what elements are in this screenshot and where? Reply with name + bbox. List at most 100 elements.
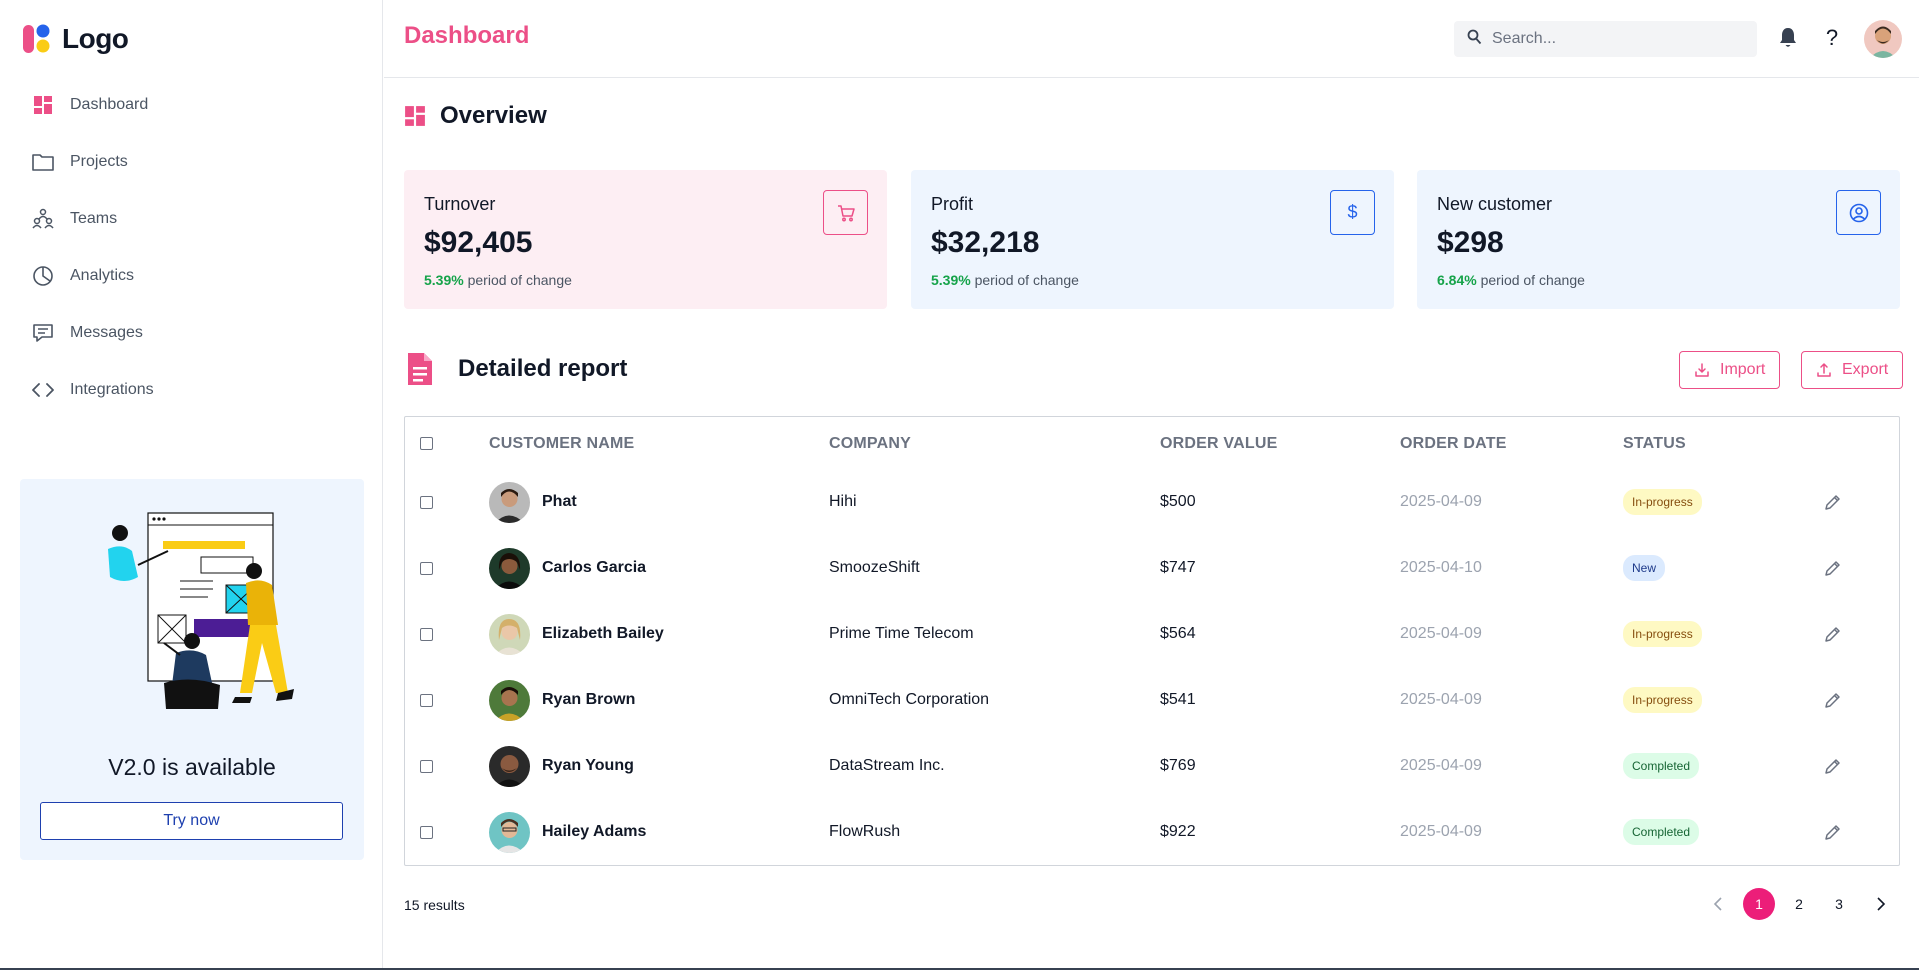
row-checkbox[interactable] xyxy=(420,627,433,641)
pie-chart-icon xyxy=(30,263,56,289)
bell-icon[interactable] xyxy=(1776,26,1800,50)
order-date-cell: 2025-04-09 xyxy=(1400,691,1482,708)
status-badge: In-progress xyxy=(1623,687,1702,713)
sidebar-item-dashboard[interactable]: Dashboard xyxy=(30,76,360,133)
document-icon xyxy=(408,353,432,385)
table-row[interactable]: Carlos Garcia SmoozeShift $747 2025-04-1… xyxy=(405,535,1899,601)
help-icon[interactable]: ? xyxy=(1820,25,1844,50)
dashboard-icon xyxy=(30,92,56,118)
row-checkbox[interactable] xyxy=(420,561,433,575)
sidebar-nav: Dashboard Projects Teams Analytics Messa… xyxy=(30,76,360,418)
avatar xyxy=(489,547,530,589)
prev-page-chevron-icon[interactable] xyxy=(1701,888,1735,920)
export-label: Export xyxy=(1842,361,1889,378)
table-row[interactable]: Phat Hihi $500 2025-04-09 In-progress xyxy=(405,469,1899,535)
order-value-cell: $500 xyxy=(1160,493,1196,510)
card-value: $32,218 xyxy=(931,226,1040,259)
order-date-cell: 2025-04-09 xyxy=(1400,823,1482,840)
card-change: 5.39% period of change xyxy=(424,272,572,288)
search-input[interactable] xyxy=(1492,30,1742,48)
search-box[interactable] xyxy=(1454,21,1757,57)
edit-icon[interactable] xyxy=(1824,667,1841,733)
page-button-2[interactable]: 2 xyxy=(1782,888,1816,920)
sidebar-item-integrations[interactable]: Integrations xyxy=(30,361,360,418)
row-checkbox[interactable] xyxy=(420,495,433,509)
import-label: Import xyxy=(1720,361,1766,378)
order-value-cell: $564 xyxy=(1160,625,1196,642)
sidebar-item-messages[interactable]: Messages xyxy=(30,304,360,361)
company-cell: OmniTech Corporation xyxy=(829,691,990,708)
team-collaboration-illustration xyxy=(108,512,294,709)
folder-icon xyxy=(30,149,56,175)
edit-icon[interactable] xyxy=(1824,733,1841,799)
sidebar-item-analytics[interactable]: Analytics xyxy=(30,247,360,304)
import-button[interactable]: Import xyxy=(1679,351,1781,389)
company-cell: FlowRush xyxy=(829,823,901,840)
change-percent: 5.39% xyxy=(424,272,464,288)
dashboard-icon xyxy=(405,106,425,126)
change-text: period of change xyxy=(1480,272,1585,288)
order-date-cell: 2025-04-10 xyxy=(1400,559,1482,576)
status-badge: In-progress xyxy=(1623,621,1702,647)
select-all-checkbox[interactable] xyxy=(420,437,433,450)
sidebar-item-projects[interactable]: Projects xyxy=(30,133,360,190)
page-button-3[interactable]: 3 xyxy=(1822,888,1856,920)
row-checkbox[interactable] xyxy=(420,759,433,773)
logo[interactable]: Logo xyxy=(22,22,129,56)
avatar xyxy=(489,679,530,721)
avatar xyxy=(489,481,530,523)
company-cell: SmoozeShift xyxy=(829,559,920,576)
search-icon xyxy=(1466,29,1482,50)
profit-card: Profit $32,218 5.39% period of change $ xyxy=(911,170,1394,309)
table-row[interactable]: Hailey Adams FlowRush $922 2025-04-09 Co… xyxy=(405,799,1899,865)
row-checkbox[interactable] xyxy=(420,693,433,707)
logo-text: Logo xyxy=(62,23,129,54)
sidebar-item-label: Integrations xyxy=(70,380,154,398)
company-cell: DataStream Inc. xyxy=(829,757,945,774)
column-header[interactable]: ORDER VALUE xyxy=(1160,435,1277,453)
card-label: Profit xyxy=(931,194,974,214)
export-button[interactable]: Export xyxy=(1801,351,1904,389)
results-count: 15 results xyxy=(404,897,465,913)
order-value-cell: $769 xyxy=(1160,757,1196,774)
next-page-chevron-icon[interactable] xyxy=(1864,888,1898,920)
change-text: period of change xyxy=(974,272,1079,288)
edit-icon[interactable] xyxy=(1824,469,1841,535)
table-row[interactable]: Elizabeth Bailey Prime Time Telecom $564… xyxy=(405,601,1899,667)
card-change: 5.39% period of change xyxy=(931,272,1079,288)
page-button-1[interactable]: 1 xyxy=(1743,888,1775,920)
cart-icon[interactable] xyxy=(823,190,868,235)
column-header[interactable]: COMPANY xyxy=(829,435,911,453)
new-customer-card: New customer $298 6.84% period of change xyxy=(1417,170,1900,309)
table-row[interactable]: Ryan Young DataStream Inc. $769 2025-04-… xyxy=(405,733,1899,799)
order-date-cell: 2025-04-09 xyxy=(1400,493,1482,510)
import-icon xyxy=(1695,363,1709,377)
change-percent: 6.84% xyxy=(1437,272,1477,288)
sidebar-item-label: Dashboard xyxy=(70,95,149,113)
edit-icon[interactable] xyxy=(1824,535,1841,601)
table-row[interactable]: Ryan Brown OmniTech Corporation $541 202… xyxy=(405,667,1899,733)
column-header[interactable]: STATUS xyxy=(1623,435,1686,453)
export-icon xyxy=(1817,363,1831,377)
sidebar-item-teams[interactable]: Teams xyxy=(30,190,360,247)
column-header[interactable]: ORDER DATE xyxy=(1400,435,1507,453)
avatar xyxy=(489,811,530,853)
customer-name: Ryan Brown xyxy=(542,691,636,708)
column-header[interactable]: CUSTOMER NAME xyxy=(489,435,634,453)
user-circle-icon[interactable] xyxy=(1836,190,1881,235)
company-cell: Hihi xyxy=(829,493,857,510)
company-cell: Prime Time Telecom xyxy=(829,625,974,642)
row-checkbox[interactable] xyxy=(420,825,433,839)
card-value: $298 xyxy=(1437,226,1504,259)
try-now-button[interactable]: Try now xyxy=(40,802,343,840)
sidebar: Logo Dashboard Projects Teams Analytics … xyxy=(0,0,383,970)
edit-icon[interactable] xyxy=(1824,601,1841,667)
edit-icon[interactable] xyxy=(1824,799,1841,865)
report-header: Detailed report xyxy=(406,352,627,386)
order-value-cell: $922 xyxy=(1160,823,1196,840)
dollar-icon[interactable]: $ xyxy=(1330,190,1375,235)
overview-header: Overview xyxy=(404,102,547,130)
avatar[interactable] xyxy=(1864,20,1902,58)
customer-name: Phat xyxy=(542,493,577,510)
customer-name: Carlos Garcia xyxy=(542,559,647,576)
